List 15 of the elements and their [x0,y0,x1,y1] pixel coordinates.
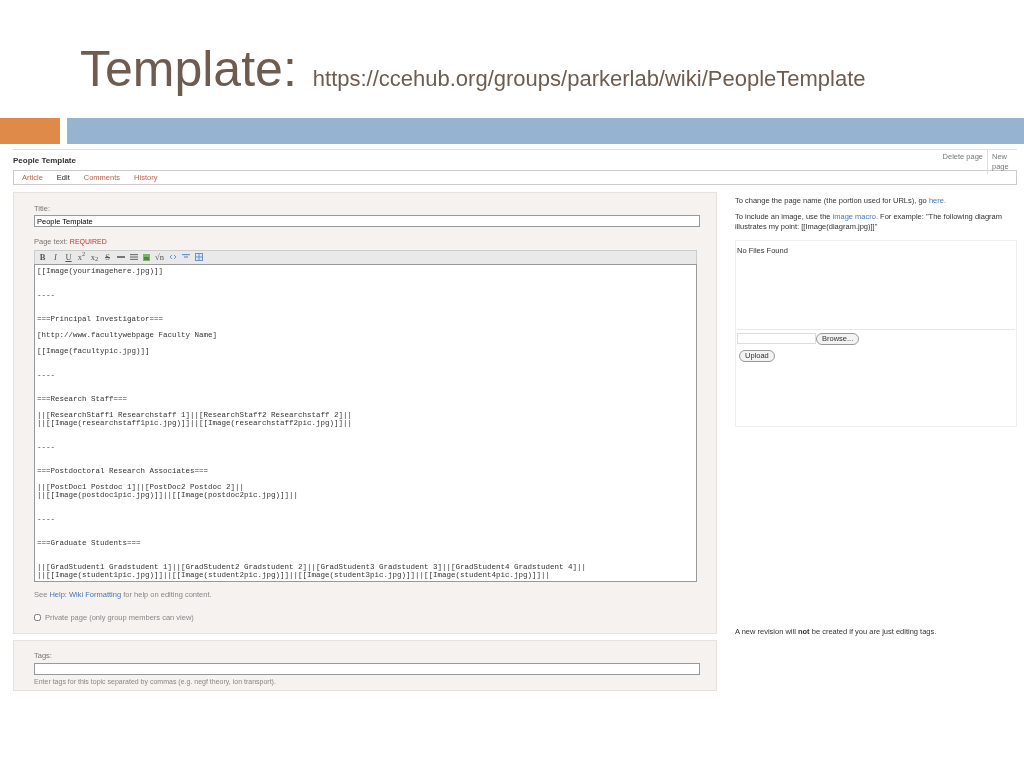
url-text: https://ccehub.org/groups/parkerlab/wiki/PeopleTemplate [312,65,866,93]
private-checkbox[interactable] [34,614,41,622]
underline-button[interactable]: U [64,251,73,264]
image-icon[interactable] [142,251,151,264]
toolbar-button[interactable]: B [38,251,47,264]
strikethrough-button[interactable]: S [103,251,112,264]
toolbar-button[interactable]: I [51,251,60,264]
table-icon[interactable] [194,251,203,264]
slide-title: Template: [80,44,297,94]
tags-field[interactable] [34,662,700,675]
accent-block [0,118,60,144]
file-field[interactable] [737,333,816,344]
page-heading: People Template [13,155,76,167]
toolbar-button[interactable]: √n [155,251,164,264]
toolbar-button[interactable]: x$^{2}$ [77,251,86,264]
